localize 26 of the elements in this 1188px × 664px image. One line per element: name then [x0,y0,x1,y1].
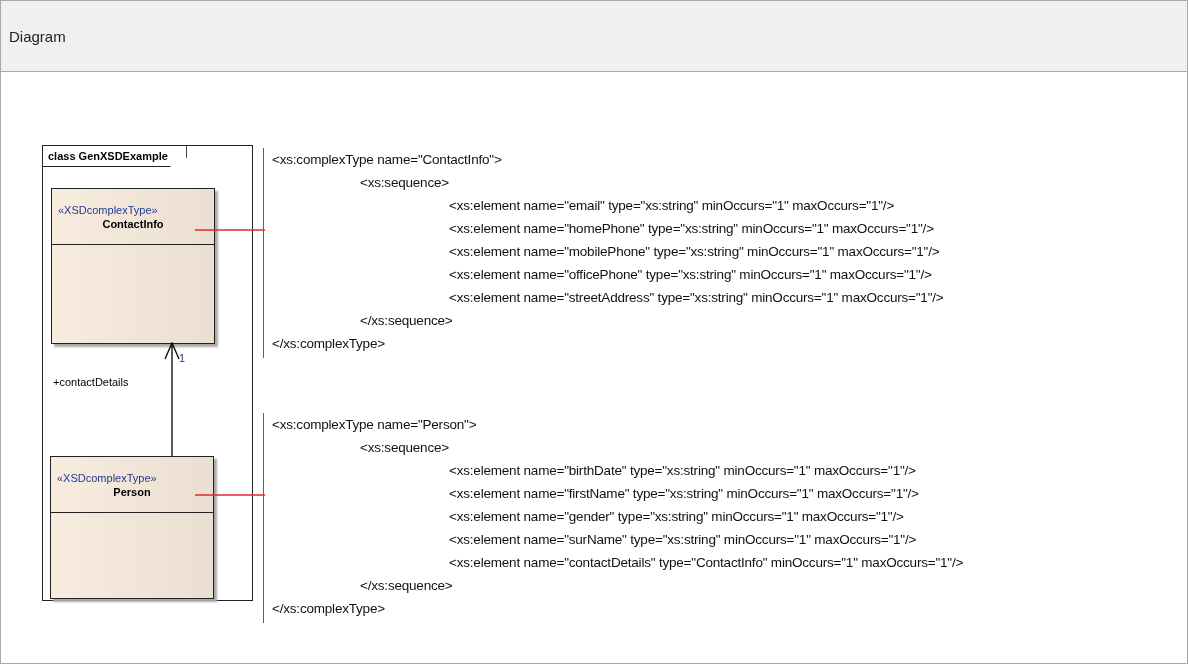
code-line: </xs:complexType> [272,335,386,353]
code-line: <xs:sequence> [360,439,450,457]
code-line: <xs:element name="streetAddress" type="xs:string" minOccurs="1" maxOccurs="1"/> [449,289,945,307]
class-name: Person [113,485,151,498]
panel-title: Diagram [9,27,66,45]
code-line: <xs:element name="surName" type="xs:string" minOccurs="1" maxOccurs="1"/> [449,531,918,549]
code-line: </xs:sequence> [360,312,454,330]
code-line: <xs:element name="firstName" type="xs:string" minOccurs="1" maxOccurs="1"/> [449,485,920,503]
code-line: <xs:element name="mobilePhone" type="xs:string" minOccurs="1" maxOccurs="1"/> [449,243,941,261]
code-line: </xs:complexType> [272,600,386,618]
class-stereotype: «XSDcomplexType» [56,471,157,484]
code-line: <xs:element name="email" type="xs:string" minOccurs="1" maxOccurs="1"/> [449,197,896,215]
class-stereotype: «XSDcomplexType» [57,203,158,216]
code-line: <xs:element name="gender" type="xs:string" minOccurs="1" maxOccurs="1"/> [449,508,905,526]
code-line: <xs:sequence> [360,174,450,192]
code-line: <xs:element name="homePhone" type="xs:string" minOccurs="1" maxOccurs="1"/> [449,220,935,238]
frame-label: class GenXSDExample [43,146,187,167]
code-line: <xs:complexType name="Person"> [272,416,478,434]
code-line: <xs:element name="contactDetails" type="ContactInfo" minOccurs="1" maxOccurs="1"/> [449,554,964,572]
code-line: <xs:element name="officePhone" type="xs:string" minOccurs="1" maxOccurs="1"/> [449,266,933,284]
code-line: <xs:complexType name="ContactInfo"> [272,151,503,169]
code-line: <xs:element name="birthDate" type="xs:string" minOccurs="1" maxOccurs="1"/> [449,462,917,480]
class-name: ContactInfo [102,217,164,230]
role-label: +contactDetails [53,376,129,388]
code-line: </xs:sequence> [360,577,454,595]
multiplicity-label: 1 [179,352,186,364]
